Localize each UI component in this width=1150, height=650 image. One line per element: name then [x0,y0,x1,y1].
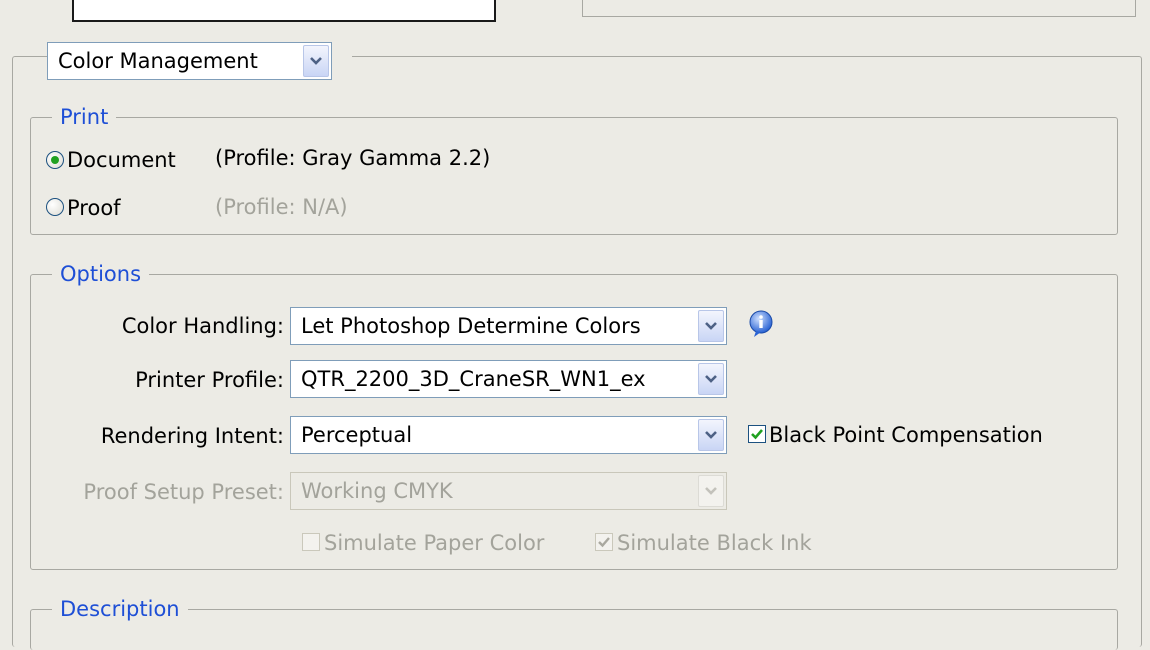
color-handling-value: Let Photoshop Determine Colors [301,314,641,338]
printer-profile-value: QTR_2200_3D_CraneSR_WN1_ex [301,367,646,391]
black-point-compensation-checkbox[interactable] [748,425,766,443]
simulate-black-ink-label[interactable]: Simulate Black Ink [617,530,812,556]
simulate-paper-color-checkbox[interactable] [302,533,320,551]
proof-profile-text: (Profile: N/A) [215,195,348,219]
info-icon[interactable] [746,309,776,339]
chevron-down-icon[interactable] [698,363,724,395]
document-radio-label[interactable]: Document [67,147,176,173]
color-management-select[interactable]: Color Management [47,42,332,80]
description-group-legend: Description [52,596,188,622]
options-group-legend: Options [52,261,150,287]
rendering-intent-value: Perceptual [301,423,413,447]
chevron-down-icon[interactable] [698,419,724,451]
simulate-black-ink-checkbox[interactable] [595,533,613,551]
black-point-compensation-label[interactable]: Black Point Compensation [769,422,1043,448]
printer-profile-select[interactable]: QTR_2200_3D_CraneSR_WN1_ex [290,360,727,398]
document-profile-text: (Profile: Gray Gamma 2.2) [215,146,491,170]
color-management-select-value: Color Management [58,49,258,73]
rendering-intent-select[interactable]: Perceptual [290,416,727,454]
color-handling-label: Color Handling: [121,314,284,338]
proof-radio-label[interactable]: Proof [67,195,121,221]
simulate-paper-color-label[interactable]: Simulate Paper Color [324,530,544,556]
chevron-down-icon[interactable] [698,310,724,342]
print-group [30,117,1118,235]
document-radio[interactable] [46,151,64,169]
color-handling-select[interactable]: Let Photoshop Determine Colors [290,307,727,345]
printer-profile-label: Printer Profile: [135,368,284,392]
proof-setup-preset-label: Proof Setup Preset: [83,480,284,504]
print-group-legend: Print [52,104,117,130]
preview-box [72,0,496,22]
proof-setup-preset-value: Working CMYK [301,479,453,503]
top-right-panel [582,0,1136,17]
proof-radio[interactable] [46,198,64,216]
rendering-intent-label: Rendering Intent: [100,424,284,448]
chevron-down-icon [698,475,724,507]
chevron-down-icon[interactable] [303,45,329,77]
proof-setup-preset-select[interactable]: Working CMYK [290,472,727,510]
select-backing [332,50,352,64]
